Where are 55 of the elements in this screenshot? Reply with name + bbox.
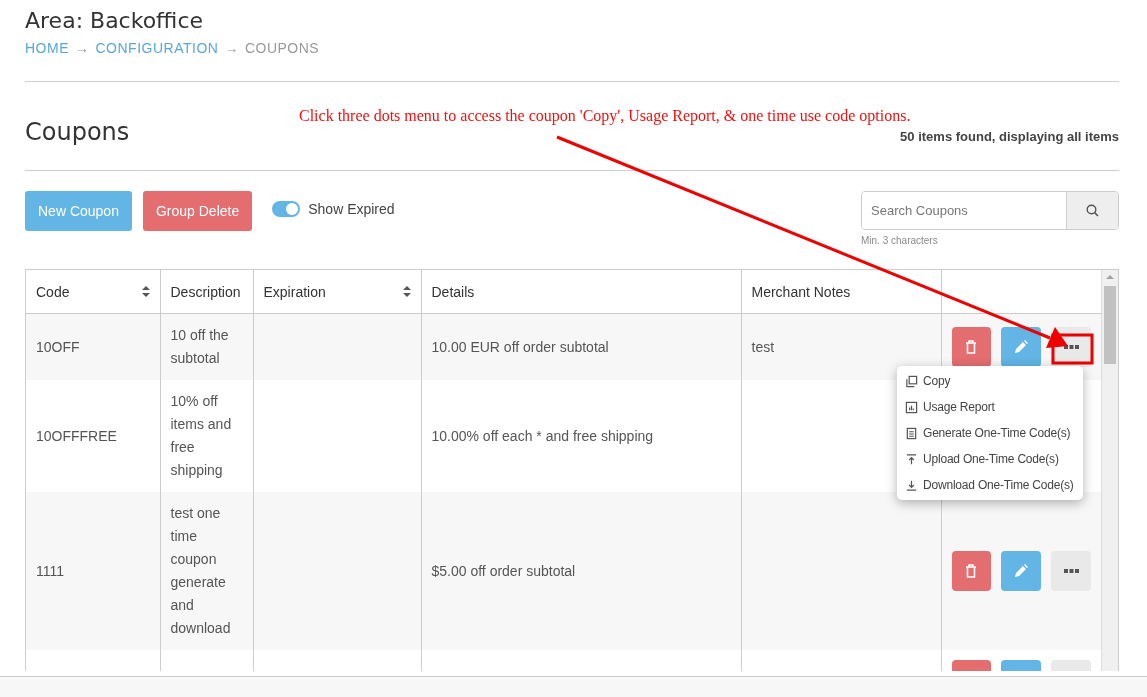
table-cell: 10.00% off each * and free shipping	[431, 427, 654, 444]
menu-item[interactable]: Generate One-Time Code(s)	[897, 420, 1083, 446]
upload-icon	[905, 452, 918, 466]
menu-item[interactable]: Copy	[897, 368, 1083, 394]
table-cell: 10.00 EUR off order subtotal	[431, 338, 609, 355]
column-header: Merchant Notes	[741, 270, 941, 314]
document-icon	[905, 426, 918, 440]
edit-button[interactable]	[1001, 327, 1042, 367]
column-header: Details	[421, 270, 741, 314]
toggle-label: Show Expired	[308, 201, 395, 217]
delete-button[interactable]	[951, 327, 992, 367]
trash-icon	[965, 564, 978, 578]
download-icon	[905, 478, 918, 492]
search-field[interactable]: Search Coupons	[861, 191, 1119, 230]
trash-icon	[965, 340, 978, 354]
chart-icon	[905, 400, 918, 414]
toggle-switch[interactable]	[272, 201, 301, 217]
area-title: Area: Backoffice	[25, 8, 205, 33]
edit-button[interactable]	[1001, 551, 1042, 591]
scroll-up-icon[interactable]	[1106, 275, 1114, 279]
column-header[interactable]: Expiration	[253, 270, 421, 314]
dots-icon	[1063, 569, 1079, 573]
search-hint: Min. 3 characters	[861, 235, 939, 246]
search-icon	[1086, 204, 1099, 217]
table-cell: 10OFFFREE	[36, 427, 117, 444]
menu-item[interactable]: Usage Report	[897, 394, 1083, 420]
dots-icon	[1063, 345, 1079, 349]
table-cell: 1111	[36, 562, 65, 579]
column-header: Description	[160, 270, 253, 314]
more-button[interactable]	[1051, 551, 1091, 591]
copy-icon	[905, 374, 918, 388]
annotation-text: Click three dots menu to access the coupon 'Copy', Usage Report, & one time use code options.	[299, 107, 911, 125]
pencil-icon	[1014, 564, 1029, 578]
table-cell: $5.00 off order subtotal	[431, 562, 576, 579]
table-cell: test	[751, 338, 775, 355]
scrollbar[interactable]	[1101, 270, 1118, 671]
table-cell: 10% off items and free shipping	[170, 393, 232, 478]
menu-item[interactable]: Download One-Time Code(s)	[897, 472, 1083, 498]
sort-icon	[141, 286, 150, 297]
pencil-icon	[1014, 340, 1029, 354]
breadcrumb-arrow: →	[75, 40, 90, 56]
table-cell: 10OFF	[36, 338, 80, 355]
highlight-frame	[1051, 333, 1094, 365]
table-cell: 10 off the subtotal	[170, 327, 229, 366]
result-count: 50 items found, displaying all items	[900, 129, 1119, 144]
sort-icon	[402, 286, 411, 297]
search-button[interactable]	[1066, 192, 1118, 229]
column-header[interactable]: Code	[26, 270, 160, 314]
breadcrumb-item: COUPONS	[244, 40, 320, 56]
delete-button[interactable]	[951, 551, 992, 591]
menu-item[interactable]: Upload One-Time Code(s)	[897, 446, 1083, 472]
page-title: Coupons	[25, 118, 130, 146]
breadcrumb-arrow: →	[224, 40, 239, 56]
scrollbar-thumb[interactable]	[1104, 286, 1116, 364]
table-cell: test one time coupon generate and download	[170, 505, 231, 636]
